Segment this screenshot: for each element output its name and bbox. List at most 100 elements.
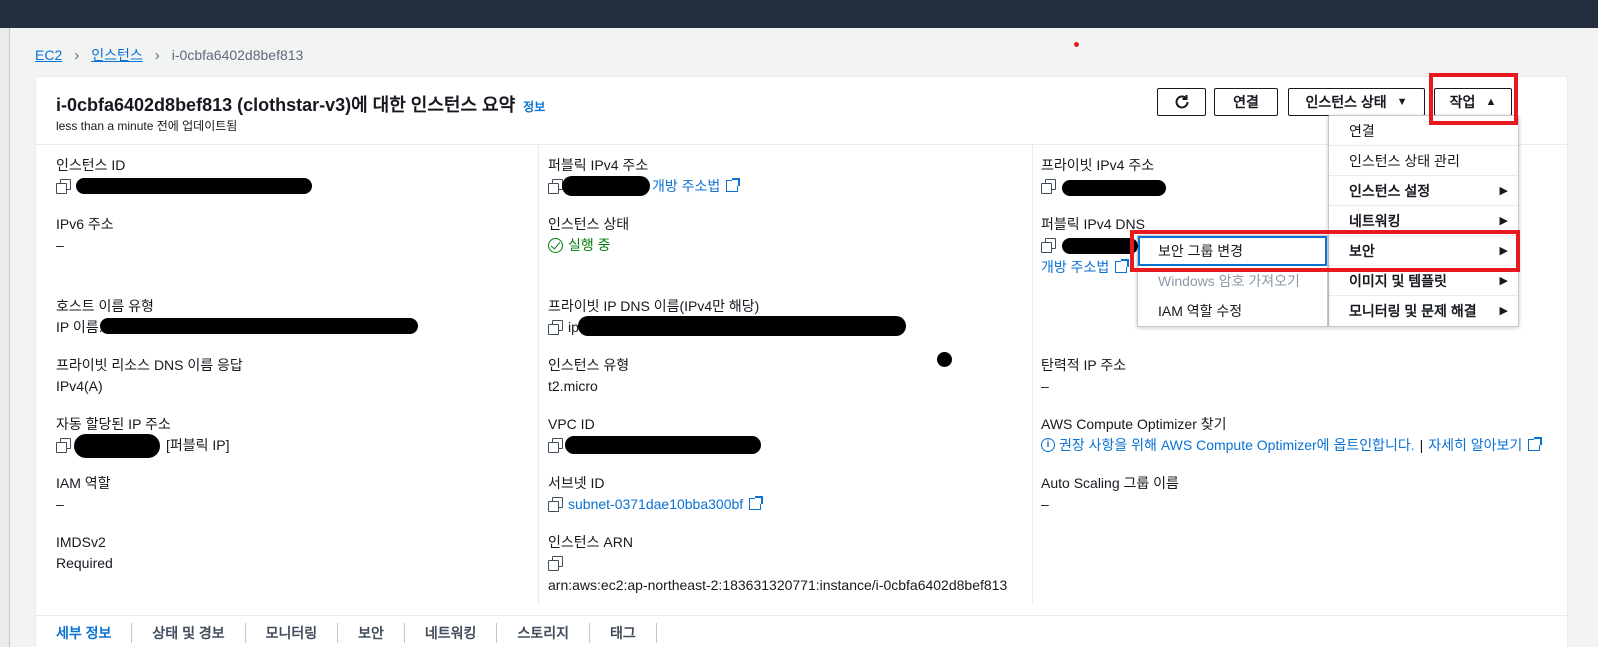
value-instance-type: t2.micro <box>548 378 598 394</box>
field-asg-name: Auto Scaling 그룹 이름 – <box>1041 473 1511 515</box>
side-nav-collapsed[interactable] <box>0 28 10 647</box>
label-ipv6: IPv6 주소 <box>56 216 114 232</box>
menu-item-manage-state[interactable]: 인스턴스 상태 관리 <box>1329 146 1518 176</box>
breadcrumb-ec2[interactable]: EC2 <box>35 47 62 63</box>
field-compute-optimizer: AWS Compute Optimizer 찾기 i 권장 사항을 위해 AWS … <box>1041 414 1543 456</box>
copy-icon[interactable] <box>548 320 563 335</box>
value-imdsv2: Required <box>56 555 113 571</box>
label-imdsv2: IMDSv2 <box>56 534 106 550</box>
detail-tabs: 세부 정보 상태 및 경보 모니터링 보안 네트워킹 스토리지 태그 <box>56 623 657 643</box>
last-updated-text: less than a minute 전에 업데이트됨 <box>56 119 238 133</box>
caret-right-icon: ▶ <box>1499 305 1508 317</box>
redaction-mark <box>578 316 906 336</box>
subnet-link[interactable]: subnet-0371dae10bba300bf <box>568 493 743 515</box>
field-ipv6: IPv6 주소 – <box>56 214 526 256</box>
copy-icon[interactable] <box>548 497 563 512</box>
external-link-icon[interactable] <box>726 178 741 192</box>
label-instance-state: 인스턴스 상태 <box>548 216 630 232</box>
top-nav-bar <box>0 0 1598 28</box>
open-address-link[interactable]: 개방 주소법 <box>1041 256 1109 278</box>
redaction-mark <box>100 318 418 334</box>
label-iam-role: IAM 역할 <box>56 475 111 491</box>
value-instance-arn: arn:aws:ec2:ap-northeast-2:183631320771:… <box>548 577 1008 593</box>
menu-item-instance-settings[interactable]: 인스턴스 설정 ▶ <box>1329 176 1518 206</box>
value-instance-state: 실행 중 <box>568 237 611 253</box>
menu-item-monitor-troubleshoot[interactable]: 모니터링 및 문제 해결 ▶ <box>1329 296 1518 326</box>
chevron-right-icon: › <box>74 46 80 64</box>
tab-monitoring[interactable]: 모니터링 <box>246 623 339 643</box>
submenu-modify-iam-role[interactable]: IAM 역할 수정 <box>1138 296 1327 326</box>
field-imdsv2: IMDSv2 Required <box>56 532 526 574</box>
tab-networking[interactable]: 네트워킹 <box>405 623 498 643</box>
breadcrumb: EC2 › 인스턴스 › i-0cbfa6402d8bef813 <box>35 45 303 65</box>
field-elastic-ip: 탄력적 IP 주소 – <box>1041 355 1511 397</box>
copy-icon[interactable] <box>548 179 563 194</box>
tab-security[interactable]: 보안 <box>338 623 405 643</box>
breadcrumb-instances[interactable]: 인스턴스 <box>91 45 143 65</box>
separator: | <box>1419 437 1424 453</box>
open-address-link[interactable]: 개방 주소법 <box>652 175 720 197</box>
label-hostname-type: 호스트 이름 유형 <box>56 298 154 314</box>
status-success-icon <box>548 237 563 253</box>
label-instance-arn: 인스턴스 ARN <box>548 534 633 550</box>
label-private-dns: 프라이빗 IP DNS 이름(IPv4만 해당) <box>548 298 760 314</box>
tab-storage[interactable]: 스토리지 <box>497 623 590 643</box>
column-divider <box>1032 145 1033 605</box>
external-link-icon[interactable] <box>1528 437 1543 451</box>
copy-icon[interactable] <box>1041 179 1056 194</box>
label-subnet-id: 서브넷 ID <box>548 475 605 491</box>
menu-label: 인스턴스 설정 <box>1349 183 1431 199</box>
copy-icon[interactable] <box>56 179 71 194</box>
label-asg-name: Auto Scaling 그룹 이름 <box>1041 475 1179 491</box>
copy-icon[interactable] <box>548 438 563 453</box>
instance-state-label: 인스턴스 상태 <box>1305 94 1387 110</box>
field-subnet-id: 서브넷 ID subnet-0371dae10bba300bf <box>548 473 1018 515</box>
tab-status-alarms[interactable]: 상태 및 경보 <box>132 623 246 643</box>
copy-icon[interactable] <box>548 556 563 571</box>
value-ipv6: – <box>56 237 64 253</box>
menu-label: 네트워킹 <box>1349 213 1401 229</box>
learn-more-link[interactable]: 자세히 알아보기 <box>1428 434 1522 456</box>
redaction-mark <box>562 176 650 196</box>
label-auto-ip: 자동 할당된 IP 주소 <box>56 416 171 432</box>
tab-tags[interactable]: 태그 <box>590 623 657 643</box>
copy-icon[interactable] <box>1041 238 1056 253</box>
label-private-dns-response: 프라이빗 리소스 DNS 이름 응답 <box>56 357 243 373</box>
copy-icon[interactable] <box>56 438 71 453</box>
label-vpc-id: VPC ID <box>548 416 595 432</box>
breadcrumb-current: i-0cbfa6402d8bef813 <box>171 47 304 63</box>
external-link-icon[interactable] <box>749 496 764 510</box>
tabs-divider <box>36 615 1567 616</box>
menu-label: 이미지 및 템플릿 <box>1349 273 1447 289</box>
page-title: i-0cbfa6402d8bef813 (clothstar-v3)에 대한 인… <box>56 91 545 117</box>
value-asg-name: – <box>1041 496 1049 512</box>
page-title-text: i-0cbfa6402d8bef813 (clothstar-v3)에 대한 인… <box>56 95 516 115</box>
optimizer-opt-in-link[interactable]: 권장 사항을 위해 AWS Compute Optimizer에 옵트인합니다. <box>1059 434 1415 456</box>
redaction-mark <box>565 436 761 454</box>
field-instance-state: 인스턴스 상태 실행 중 <box>548 214 1018 256</box>
highlight-box-security <box>1130 230 1520 272</box>
chevron-right-icon: › <box>154 46 160 64</box>
refresh-button[interactable] <box>1157 88 1206 116</box>
menu-label: 모니터링 및 문제 해결 <box>1349 303 1477 319</box>
connect-button[interactable]: 연결 <box>1214 88 1278 116</box>
external-link-icon[interactable] <box>1115 259 1130 273</box>
actions-menu: 연결 인스턴스 상태 관리 인스턴스 설정 ▶ 네트워킹 ▶ 보안 ▶ 이미지 및 템… <box>1328 115 1519 327</box>
label-compute-optimizer: AWS Compute Optimizer 찾기 <box>1041 416 1227 432</box>
column-divider <box>538 145 539 605</box>
info-link[interactable]: 정보 <box>523 100 545 114</box>
tab-details[interactable]: 세부 정보 <box>56 623 133 643</box>
instance-state-button[interactable]: 인스턴스 상태 ▼ <box>1288 88 1425 116</box>
value-iam-role: – <box>56 496 64 512</box>
field-instance-arn: 인스턴스 ARN arn:aws:ec2:ap-northeast-2:1836… <box>548 532 1018 596</box>
caret-right-icon: ▶ <box>1499 185 1508 197</box>
value-private-dns-response: IPv4(A) <box>56 378 103 394</box>
redaction-mark <box>1062 180 1166 196</box>
caret-down-icon: ▼ <box>1396 96 1408 108</box>
refresh-icon <box>1175 95 1188 109</box>
redaction-mark <box>74 434 160 458</box>
field-private-dns-response: 프라이빗 리소스 DNS 이름 응답 IPv4(A) <box>56 355 526 397</box>
highlight-box-actions <box>1429 73 1518 125</box>
label-instance-id: 인스턴스 ID <box>56 157 126 173</box>
value-elastic-ip: – <box>1041 378 1049 394</box>
